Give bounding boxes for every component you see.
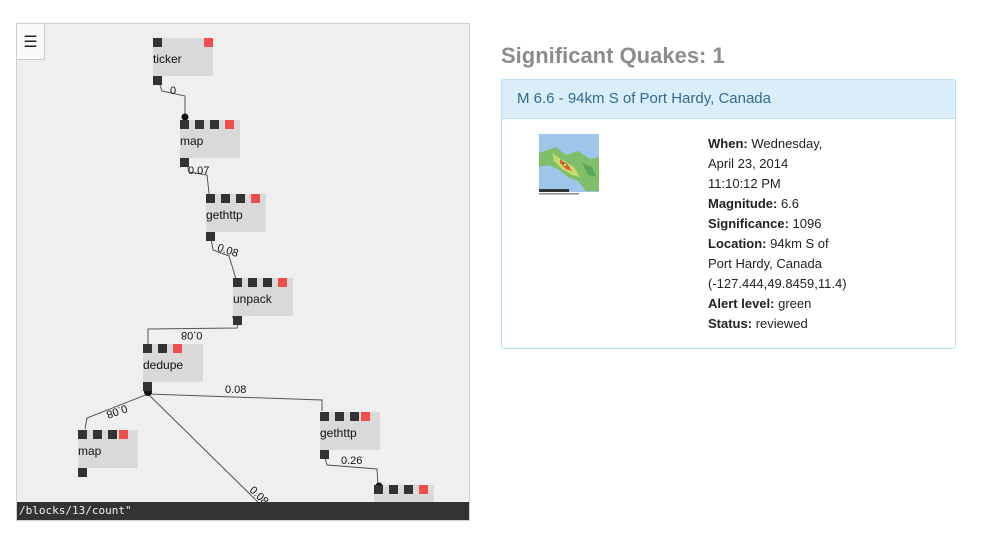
output-port[interactable]: [206, 232, 215, 241]
quake-details: When: Wednesday, April 23, 2014 11:10:12…: [708, 134, 878, 334]
input-port[interactable]: [180, 120, 189, 129]
wire-rate-label: 0: [170, 85, 177, 97]
route-port[interactable]: [204, 38, 213, 47]
block-unpack[interactable]: unpack: [233, 278, 293, 325]
detail-label: Magnitude:: [708, 196, 778, 211]
detail-label: Location:: [708, 236, 767, 251]
detail-value: 6.6: [780, 196, 800, 211]
route-port[interactable]: [419, 485, 428, 494]
quake-heading[interactable]: M 6.6 - 94km S of Port Hardy, Canada: [502, 80, 955, 119]
quake-map-thumbnail[interactable]: [538, 133, 600, 196]
detail-value: 1096: [792, 216, 822, 231]
route-port[interactable]: [119, 430, 128, 439]
input-port[interactable]: [195, 120, 204, 129]
route-port[interactable]: [278, 278, 287, 287]
route-port[interactable]: [173, 344, 182, 353]
detail-value: (-127.444,49.8459,11.4): [708, 276, 847, 291]
wire-rate-label: 0.08: [181, 329, 203, 341]
detail-value: reviewed: [755, 316, 808, 331]
input-port[interactable]: [108, 430, 117, 439]
input-port[interactable]: [248, 278, 257, 287]
block-dedupe[interactable]: dedupe: [143, 344, 203, 391]
detail-alert: Alert level: green: [708, 294, 878, 314]
input-port[interactable]: [206, 194, 215, 203]
detail-label: Alert level:: [708, 296, 775, 311]
page-title: Significant Quakes: 1: [501, 43, 725, 68]
route-port[interactable]: [251, 194, 260, 203]
output-port[interactable]: [233, 316, 242, 325]
detail-when: When: Wednesday,: [708, 134, 878, 154]
output-port[interactable]: [320, 450, 329, 459]
detail-value: April 23, 2014: [708, 156, 789, 171]
output-port[interactable]: [78, 468, 87, 477]
input-port[interactable]: [221, 194, 230, 203]
block-label: map: [78, 444, 102, 458]
input-port[interactable]: [374, 485, 383, 494]
input-port[interactable]: [404, 485, 413, 494]
block-map[interactable]: map: [180, 120, 240, 167]
quake-panel: M 6.6 - 94km S of Port Hardy, Canada Whe…: [501, 79, 956, 349]
input-port[interactable]: [350, 412, 359, 421]
detail-value: Port Hardy, Canada: [708, 256, 822, 271]
input-port[interactable]: [143, 344, 152, 353]
detail-value: Wednesday,: [751, 136, 823, 151]
wire-rate-label: 0.08: [225, 384, 247, 396]
graph-canvas[interactable]: ☰ ticker map gethttp unpack dedupe map g…: [16, 23, 470, 521]
block-label: unpack: [233, 292, 272, 306]
block-label: gethttp: [206, 208, 243, 222]
block-label: map: [180, 134, 204, 148]
detail-value: 11:10:12 PM: [708, 176, 781, 191]
detail-status: Status: reviewed: [708, 314, 878, 334]
block-map[interactable]: map: [78, 430, 138, 477]
output-port[interactable]: [153, 76, 162, 85]
detail-value: green: [778, 296, 812, 311]
wire-dedupe-gethttp: [147, 393, 323, 411]
input-port[interactable]: [93, 430, 102, 439]
input-port[interactable]: [78, 430, 87, 439]
block-gethttp[interactable]: gethttp: [320, 412, 380, 459]
input-port[interactable]: [153, 38, 162, 47]
input-port[interactable]: [263, 278, 272, 287]
block-label: ticker: [153, 52, 182, 66]
input-port[interactable]: [236, 194, 245, 203]
block-ticker[interactable]: ticker: [153, 38, 213, 85]
route-port[interactable]: [225, 120, 234, 129]
detail-magnitude: Magnitude: 6.6: [708, 194, 878, 214]
block-label: dedupe: [143, 358, 184, 372]
wire-rate-label: 0.07: [188, 165, 210, 177]
wire-dedupe-down: [147, 393, 263, 507]
detail-label: Status:: [708, 316, 753, 331]
output-port[interactable]: [143, 382, 152, 391]
block-gethttp[interactable]: gethttp: [206, 194, 266, 241]
detail-value: 94km S of: [770, 236, 829, 251]
wire-rate-label: 0.26: [341, 455, 363, 467]
input-port[interactable]: [335, 412, 344, 421]
menu-button[interactable]: ☰: [17, 24, 45, 60]
input-port[interactable]: [233, 278, 242, 287]
detail-label: Significance:: [708, 216, 789, 231]
detail-label: When:: [708, 136, 748, 151]
route-port[interactable]: [361, 412, 370, 421]
input-port[interactable]: [389, 485, 398, 494]
input-port[interactable]: [320, 412, 329, 421]
hamburger-menu-icon: ☰: [23, 33, 38, 51]
detail-location: Location: 94km S of: [708, 234, 878, 254]
input-port[interactable]: [158, 344, 167, 353]
input-port[interactable]: [210, 120, 219, 129]
block-label: gethttp: [320, 426, 357, 440]
detail-significance: Significance: 1096: [708, 214, 878, 234]
status-bar: /blocks/13/count": [17, 502, 469, 520]
